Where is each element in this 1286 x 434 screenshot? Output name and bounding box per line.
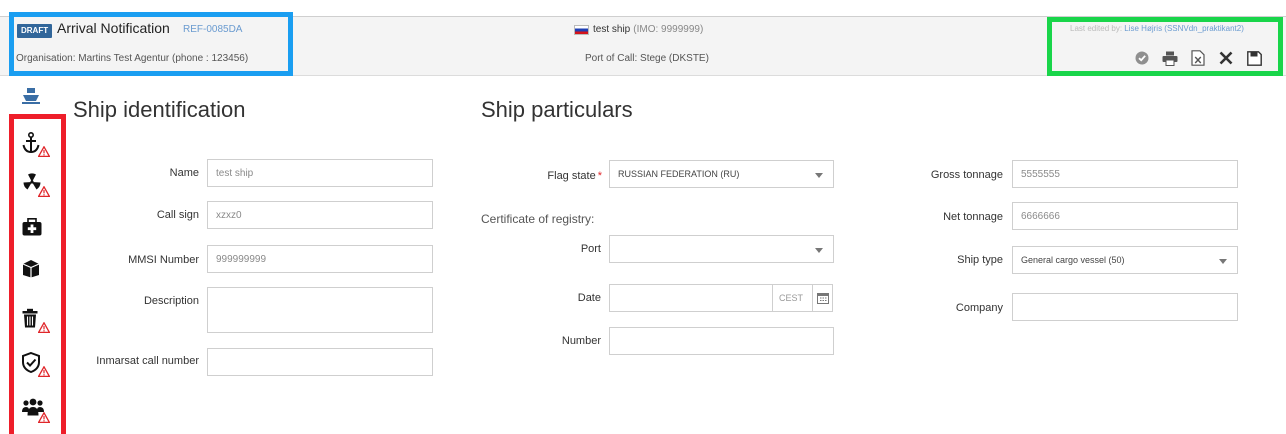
sidebar-item-crew[interactable] [22, 398, 56, 428]
timezone-label: CEST [773, 284, 813, 312]
ship-identification-title: Ship identification [73, 97, 246, 122]
net-tonnage-input[interactable] [1012, 202, 1238, 230]
warning-icon [38, 412, 50, 423]
inmarsat-label: Inmarsat call number [96, 355, 199, 367]
date-label: Date [577, 292, 601, 304]
header-info-highlight [9, 12, 293, 76]
mmsi-label: MMSI Number [128, 254, 199, 266]
ship-imo: (IMO: 9999999) [633, 24, 704, 35]
flag-state-value: RUSSIAN FEDERATION (RU) [618, 169, 740, 179]
waste-icon [22, 308, 38, 328]
calendar-button[interactable] [813, 284, 833, 312]
chevron-down-icon [1219, 259, 1227, 264]
number-input[interactable] [609, 327, 834, 355]
ship-type-value: General cargo vessel (50) [1021, 255, 1125, 265]
sidebar-item-stores[interactable] [22, 258, 56, 288]
gross-tonnage-label: Gross tonnage [930, 169, 1003, 181]
description-label: Description [143, 295, 199, 307]
ship-name: test ship [593, 24, 631, 35]
gross-tonnage-input[interactable] [1012, 160, 1238, 188]
number-label: Number [561, 335, 601, 347]
calendar-icon [816, 293, 829, 304]
ship-info: test ship (IMO: 9999999) [574, 24, 703, 35]
warning-icon [38, 186, 50, 197]
name-input[interactable] [207, 159, 433, 187]
warning-icon [38, 146, 50, 157]
ship-particulars-title: Ship particulars [481, 97, 633, 122]
sidebar-item-ship[interactable] [22, 86, 40, 104]
sidebar-item-health[interactable] [22, 218, 56, 248]
sidebar-item-dangerous-goods[interactable] [22, 172, 56, 202]
warning-icon [38, 366, 50, 377]
ship-type-label: Ship type [957, 254, 1003, 266]
flag-state-label: Flag state * [547, 170, 602, 182]
flag-state-label-text: Flag state [547, 170, 596, 182]
net-tonnage-label: Net tonnage [943, 211, 1003, 223]
required-asterisk: * [597, 170, 602, 182]
warning-icon [38, 322, 50, 333]
medical-kit-icon [22, 218, 42, 236]
company-input[interactable] [1012, 293, 1238, 321]
sidebar-item-security[interactable] [22, 352, 56, 382]
sidebar-item-anchor[interactable] [22, 132, 56, 162]
flag-state-select[interactable]: RUSSIAN FEDERATION (RU) [609, 160, 834, 188]
port-of-call: Port of Call: Stege (DKSTE) [585, 53, 709, 64]
inmarsat-input[interactable] [207, 348, 433, 376]
company-label: Company [955, 302, 1003, 314]
mmsi-input[interactable] [207, 245, 433, 273]
date-input[interactable] [609, 284, 773, 312]
callsign-label: Call sign [156, 209, 199, 221]
chevron-down-icon [815, 173, 823, 178]
ship-icon [22, 88, 40, 104]
description-textarea[interactable] [207, 287, 433, 333]
chevron-down-icon [815, 248, 823, 253]
sidebar-item-waste[interactable] [22, 308, 56, 338]
ship-type-select[interactable]: General cargo vessel (50) [1012, 246, 1238, 274]
callsign-input[interactable] [207, 201, 433, 229]
ship-stores-icon [22, 260, 40, 278]
certificate-title: Certificate of registry: [481, 212, 595, 226]
port-select[interactable] [609, 235, 834, 263]
toolbar-highlight [1047, 17, 1283, 76]
russia-flag-icon [574, 24, 589, 35]
name-label: Name [169, 167, 199, 179]
port-label: Port [580, 243, 601, 255]
